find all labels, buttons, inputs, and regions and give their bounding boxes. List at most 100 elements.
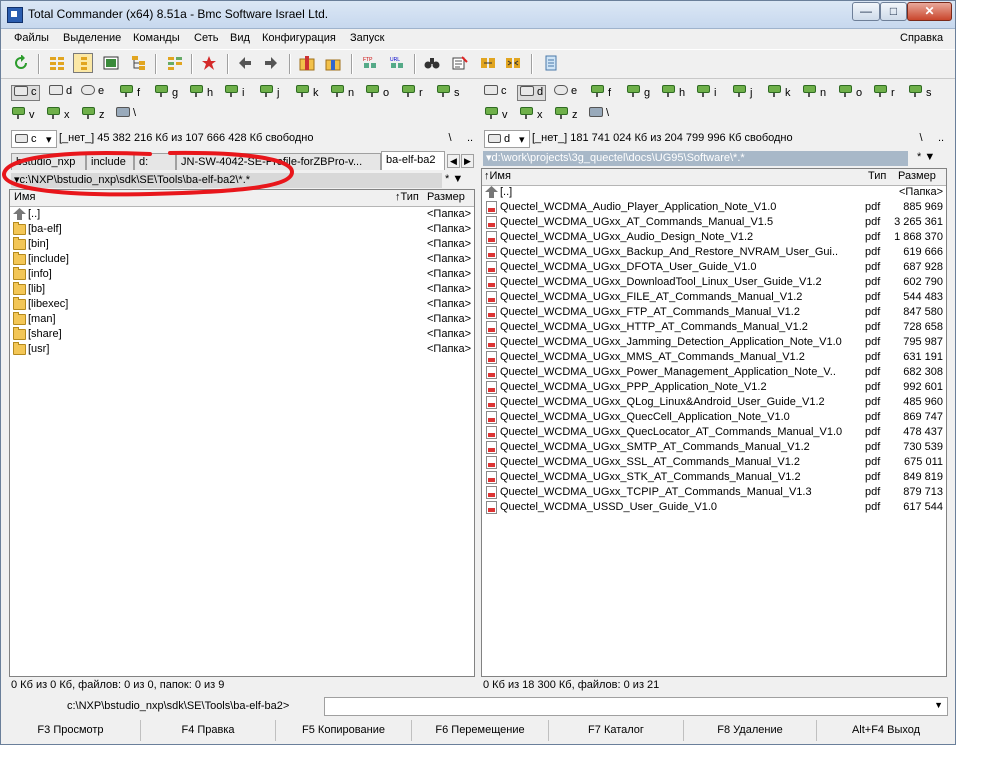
left-up-button[interactable]: .. [461,130,479,148]
notepad-icon[interactable] [541,53,561,73]
tab-scroll-right-icon[interactable]: ▶ [461,154,474,168]
left-drive-r[interactable]: r [401,85,423,101]
left-tab-jn-sw-4042[interactable]: JN-SW-4042-SE-Profile-forZBPro-v... [176,153,381,170]
file-row[interactable]: Quectel_WCDMA_USSD_User_Guide_V1.0 pdf 617… [482,500,946,515]
file-row[interactable]: Quectel_WCDMA_UGxx_QuecCell_Application_… [482,410,946,425]
file-row[interactable]: Quectel_WCDMA_UGxx_FTP_AT_Commands_Manua… [482,305,946,320]
right-drive-c[interactable]: c [484,85,507,101]
compare-dirs-icon[interactable] [478,53,498,73]
file-row[interactable]: [..] <Папка> [482,185,946,200]
right-up-button[interactable]: .. [932,130,950,148]
file-row[interactable]: Quectel_WCDMA_UGxx_Audio_Design_Note_V1.… [482,230,946,245]
file-row[interactable]: Quectel_WCDMA_UGxx_MMS_AT_Commands_Manua… [482,350,946,365]
find-icon[interactable] [422,53,442,73]
left-drive-f[interactable]: f [119,85,140,101]
right-drive-combo[interactable]: d ▾ [484,130,530,148]
tab-scroll-left-icon[interactable]: ◀ [447,154,460,168]
file-row[interactable]: [include] <Папка> [10,252,474,267]
left-drive-e[interactable]: e [81,85,104,101]
multi-rename-icon[interactable] [450,53,470,73]
file-row[interactable]: [man] <Папка> [10,312,474,327]
left-drive-o[interactable]: o [365,85,389,101]
file-row[interactable]: Quectel_WCDMA_UGxx_DFOTA_User_Guide_V1.0… [482,260,946,275]
pack-icon[interactable] [297,53,317,73]
left-file-panel[interactable]: Имя ↑Тип Размер [..] <Папка> [ba-elf] <Папк… [9,189,475,677]
right-drive-h[interactable]: h [661,85,685,101]
file-row[interactable]: Quectel_WCDMA_UGxx_QuecLocator_AT_Comman… [482,425,946,440]
ftp-connect-icon[interactable]: FTP [360,53,380,73]
menu-help[interactable]: Справка [900,32,943,44]
menu-commands[interactable]: Команды [133,32,180,44]
url-connect-icon[interactable]: URL [387,53,407,73]
forward-icon[interactable] [261,53,281,73]
file-row[interactable]: Quectel_WCDMA_UGxx_DownloadTool_Linux_Us… [482,275,946,290]
right-drive-d[interactable]: d [517,85,547,101]
close-button[interactable]: ✕ [907,2,952,21]
alt-f4-exit-button[interactable]: Alt+F4 Выход [817,720,955,741]
right-file-panel[interactable]: ↑Имя Тип Размер [..] <Папка> Quectel_WCDMA… [481,168,947,677]
right-drive-f[interactable]: f [590,85,611,101]
file-row[interactable]: [share] <Папка> [10,327,474,342]
file-row[interactable]: [bin] <Папка> [10,237,474,252]
back-icon[interactable] [235,53,255,73]
left-drive-x[interactable]: x [46,107,70,123]
left-drive-s[interactable]: s [436,85,460,101]
file-row[interactable]: Quectel_WCDMA_UGxx_HTTP_AT_Commands_Manu… [482,320,946,335]
column-ext[interactable]: Тип [868,170,886,182]
menu-configuration[interactable]: Конфигурация [262,32,336,44]
right-drive-j[interactable]: j [732,85,752,101]
left-drive-n[interactable]: n [330,85,354,101]
f3-view-button[interactable]: F3 Просмотр [1,720,141,741]
file-row[interactable]: [libexec] <Папка> [10,297,474,312]
full-view-icon[interactable] [73,53,93,73]
right-drive-network[interactable]: \ [589,107,609,123]
f8-delete-button[interactable]: F8 Удаление [684,720,817,741]
left-drive-g[interactable]: g [154,85,178,101]
left-root-button[interactable]: \ [441,130,459,148]
sync-dirs-icon[interactable] [503,53,523,73]
right-drive-g[interactable]: g [626,85,650,101]
file-row[interactable]: Quectel_WCDMA_UGxx_AT_Commands_Manual_V1… [482,215,946,230]
left-drive-network[interactable]: \ [116,107,136,123]
left-drive-z[interactable]: z [81,107,105,123]
column-ext[interactable]: ↑Тип [395,191,419,203]
file-row[interactable]: Quectel_WCDMA_UGxx_Jamming_Detection_App… [482,335,946,350]
column-name[interactable]: ↑Имя [484,170,511,182]
column-size[interactable]: Размер [898,170,936,182]
unpack-icon[interactable] [323,53,343,73]
dropdown-arrow-icon[interactable]: ▼ [934,700,943,710]
right-drive-s[interactable]: s [908,85,932,101]
file-row[interactable]: Quectel_WCDMA_UGxx_FILE_AT_Commands_Manu… [482,290,946,305]
file-row[interactable]: Quectel_WCDMA_UGxx_QLog_Linux&Android_Us… [482,395,946,410]
left-drive-combo[interactable]: c ▾ [11,130,57,148]
left-drive-k[interactable]: k [295,85,319,101]
file-row[interactable]: Quectel_WCDMA_UGxx_Power_Management_Appl… [482,365,946,380]
file-row[interactable]: [lib] <Папка> [10,282,474,297]
thumbnail-view-icon[interactable] [101,53,121,73]
right-drive-i[interactable]: i [696,85,716,101]
left-drive-i[interactable]: i [224,85,244,101]
menu-files[interactable]: Файлы [14,32,49,44]
right-drive-x[interactable]: x [519,107,543,123]
file-row[interactable]: Quectel_WCDMA_Audio_Player_Application_N… [482,200,946,215]
minimize-button[interactable]: — [852,2,880,21]
left-filter-button[interactable]: * ▼ [445,173,463,185]
right-root-button[interactable]: \ [912,130,930,148]
f5-copy-button[interactable]: F5 Копирование [276,720,412,741]
file-row[interactable]: Quectel_WCDMA_UGxx_SSL_AT_Commands_Manua… [482,455,946,470]
brief-view-icon[interactable] [47,53,67,73]
column-size[interactable]: Размер [427,191,465,203]
invert-selection-icon[interactable] [165,53,185,73]
menu-start[interactable]: Запуск [350,32,384,44]
menu-net[interactable]: Сеть [194,32,218,44]
left-drive-h[interactable]: h [189,85,213,101]
right-drive-r[interactable]: r [873,85,895,101]
left-tab-d[interactable]: d: [134,153,176,170]
right-drive-e[interactable]: e [554,85,577,101]
left-drive-j[interactable]: j [259,85,279,101]
command-line-input[interactable]: ▼ [324,697,948,716]
left-tab-ba-elf-ba2[interactable]: ba-elf-ba2 [381,151,445,170]
column-name[interactable]: Имя [14,191,35,203]
f6-move-button[interactable]: F6 Перемещение [412,720,549,741]
right-drive-z[interactable]: z [554,107,578,123]
